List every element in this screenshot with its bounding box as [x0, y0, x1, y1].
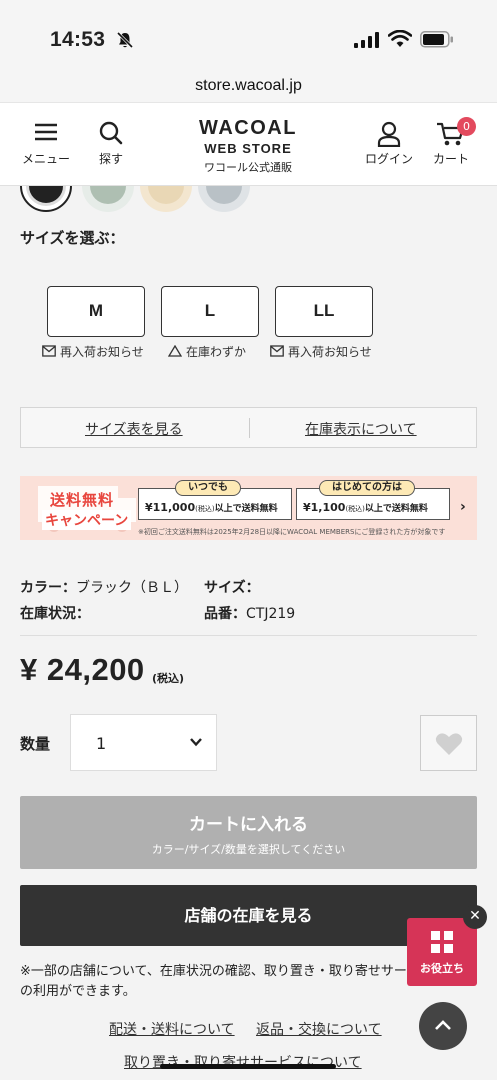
quantity-label: 数量: [20, 735, 51, 753]
stock-text: 再入荷お知らせ: [60, 345, 144, 359]
banner-free-shipping: 送料無料: [50, 491, 115, 509]
cellular-signal-icon: [354, 32, 379, 48]
wifi-icon: [388, 30, 412, 47]
banner-card-anytime: いつでも ¥11,000(税込)以上で送料無料: [138, 480, 292, 520]
size-info-links: サイズ表を見る 在庫表示について: [20, 407, 477, 448]
logo-line3: ワコール公式通販: [204, 161, 292, 174]
stock-status-l: 在庫わずか: [168, 343, 246, 360]
color-swatches: [0, 186, 497, 216]
address-bar[interactable]: store.wacoal.jp: [0, 70, 497, 102]
battery-icon: [420, 31, 453, 48]
banner-card-amount: ¥11,000(税込)以上で送料無料: [145, 501, 278, 514]
spec-color: カラー：ブラック（ＢＬ）: [20, 580, 188, 596]
stock-status-ll[interactable]: 再入荷お知らせ: [270, 343, 372, 360]
divider: [20, 635, 477, 636]
close-icon[interactable]: ✕: [463, 905, 487, 929]
chevron-down-icon: [190, 738, 202, 747]
spec-item-number: 品番：CTJ219: [204, 606, 296, 622]
quantity-select[interactable]: 1: [70, 714, 217, 771]
banner-campaign: キャンペーン: [42, 510, 132, 530]
size-option-l[interactable]: L: [161, 286, 259, 337]
swatch-green[interactable]: [82, 186, 134, 212]
shipping-link[interactable]: 配送・送料について: [109, 1019, 235, 1039]
home-indicator[interactable]: [160, 1064, 336, 1069]
hamburger-icon: [35, 123, 57, 141]
reserve-service-link[interactable]: 取り置き・取り寄せサービスについて: [124, 1052, 362, 1072]
add-to-cart-button[interactable]: カートに入れる カラー/サイズ/数量を選択してください: [20, 796, 477, 869]
logo-line2: WEB STORE: [204, 141, 292, 156]
stock-status-m[interactable]: 再入荷お知らせ: [42, 343, 144, 360]
menu-label: メニュー: [22, 152, 71, 166]
chevron-up-icon: [435, 1020, 451, 1030]
size-option-ll[interactable]: LL: [275, 286, 373, 337]
store-service-note: ※一部の店舗について、在庫状況の確認、取り置き・取り寄せサービスの利用ができます…: [20, 964, 433, 999]
bell-muted-icon: [116, 31, 134, 49]
login-button[interactable]: ログイン: [365, 121, 413, 167]
free-shipping-banner[interactable]: 送料無料 キャンペーン いつでも ¥11,000(税込)以上で送料無料 はじめて…: [20, 476, 477, 540]
stock-info-link[interactable]: 在庫表示について: [305, 419, 417, 439]
heart-icon: [435, 733, 463, 755]
user-icon: [377, 121, 401, 148]
site-header: メニュー 探す WACOAL WEB STORE ワコール公式通販 ログイン 0…: [0, 102, 497, 186]
search-label: 探す: [98, 152, 123, 166]
size-section-title: サイズを選ぶ：: [20, 229, 125, 247]
returns-link[interactable]: 返品・交換について: [256, 1019, 382, 1039]
swatch-black[interactable]: [20, 186, 72, 212]
cart-label: カート: [433, 152, 470, 166]
banner-card-first-time: はじめての方は ¥1,100(税込)以上で送料無料: [296, 480, 450, 520]
price-tax-label: (税込): [152, 672, 185, 685]
banner-card-tag: はじめての方は: [319, 480, 415, 496]
search-icon: [99, 121, 123, 145]
stock-text: 在庫わずか: [186, 345, 247, 359]
stock-text: 再入荷お知らせ: [288, 345, 372, 359]
size-chart-link[interactable]: サイズ表を見る: [85, 419, 183, 439]
banner-card-amount: ¥1,100(税込)以上で送料無料: [303, 501, 428, 514]
mail-icon: [42, 345, 56, 357]
price: ¥ 24,200: [20, 652, 145, 687]
quantity-value: 1: [96, 734, 107, 753]
banner-card-tag: いつでも: [175, 480, 241, 496]
cart-button[interactable]: 0 カート: [433, 117, 476, 167]
search-button[interactable]: 探す: [98, 121, 124, 167]
add-to-cart-hint: カラー/サイズ/数量を選択してください: [151, 843, 346, 856]
help-widget-label: お役立ち: [420, 962, 464, 975]
status-time: 14:53: [50, 28, 106, 51]
swatch-gray[interactable]: [198, 186, 250, 212]
favorite-button[interactable]: [420, 715, 477, 771]
status-bar: 14:53: [0, 0, 497, 70]
mail-icon: [270, 345, 284, 357]
scroll-to-top-button[interactable]: [419, 1002, 467, 1050]
triangle-icon: [168, 345, 182, 357]
grid-icon: [431, 931, 453, 953]
logo-line1: WACOAL: [199, 117, 297, 139]
add-to-cart-label: カートに入れる: [189, 815, 308, 835]
chevron-right-icon: ›: [460, 499, 466, 515]
divider: [249, 418, 250, 438]
spec-size: サイズ：: [204, 580, 260, 596]
banner-note: ※初回ご注文送料無料は2025年2月28日以降にWACOAL MEMBERSにご…: [138, 528, 446, 536]
login-label: ログイン: [365, 152, 414, 166]
help-widget-button[interactable]: お役立ち: [407, 918, 477, 986]
swatch-beige[interactable]: [140, 186, 192, 212]
cart-count-badge: 0: [457, 117, 476, 136]
menu-button[interactable]: メニュー: [22, 121, 70, 167]
size-option-m[interactable]: M: [47, 286, 145, 337]
wacoal-logo[interactable]: WACOAL WEB STORE ワコール公式通販: [180, 117, 316, 175]
spec-stock: 在庫状況：: [20, 606, 90, 622]
